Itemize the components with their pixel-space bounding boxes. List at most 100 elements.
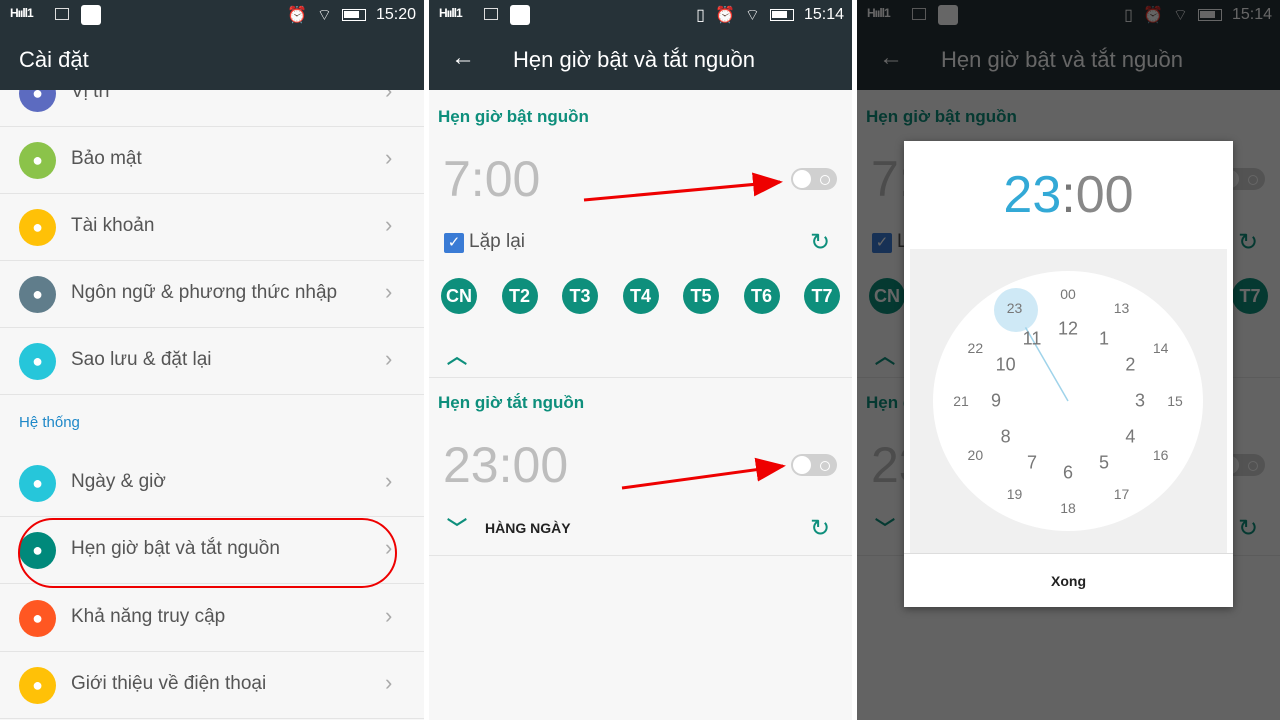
repeat-checkbox[interactable]: ✓ bbox=[444, 233, 464, 253]
power-off-time[interactable]: 23:00 bbox=[443, 436, 568, 494]
image-notification-icon bbox=[55, 8, 69, 20]
chevron-right-icon: › bbox=[385, 603, 393, 628]
time-picker-dialog: 23:00 00 13 14 15 16 17 18 19 20 21 22 23 12 1 2 3 4 5 6 7 8… bbox=[904, 141, 1233, 607]
settings-item-label: Tài khoản bbox=[71, 215, 155, 236]
info-icon: ● bbox=[19, 667, 56, 704]
settings-item-label: Sao lưu & đặt lại bbox=[71, 349, 212, 370]
repeat-label: Lặp lại bbox=[469, 231, 525, 252]
hour-option[interactable]: 11 bbox=[1023, 328, 1042, 349]
hour-option[interactable]: 5 bbox=[1099, 453, 1109, 474]
image-notification-icon bbox=[484, 8, 498, 20]
power-schedule-screen: Hııll1 ▯ ⏰ ⌔ 15:14 ← Hẹn giờ bật và tắt ngu… bbox=[429, 0, 852, 720]
time-picker-screen: Hııll1 ▯⏰⌔15:14 ← Hẹn giờ bật và tắt ngu… bbox=[857, 0, 1280, 720]
vibrate-icon: ▯ bbox=[696, 7, 705, 24]
power-on-heading: Hẹn giờ bật nguồn bbox=[438, 107, 589, 126]
backup-icon: ● bbox=[19, 343, 56, 380]
hour-option[interactable]: 23 bbox=[1007, 300, 1023, 316]
wifi-icon: ⌔ bbox=[316, 7, 332, 24]
power-off-toggle[interactable] bbox=[791, 454, 837, 476]
battery-icon bbox=[769, 9, 794, 21]
chevron-right-icon: › bbox=[385, 670, 393, 695]
settings-item[interactable]: ● Tài khoản › bbox=[0, 194, 424, 261]
app-bar: Cài đặt bbox=[0, 30, 424, 90]
language-icon: ● bbox=[19, 276, 56, 313]
hour-option[interactable]: 7 bbox=[1027, 453, 1037, 474]
account-icon: ● bbox=[19, 209, 56, 246]
settings-item-label: Bảo mật bbox=[71, 148, 142, 169]
back-arrow-icon[interactable]: ← bbox=[451, 44, 475, 72]
page-title: Hẹn giờ bật và tắt nguồn bbox=[513, 47, 755, 72]
day-toggle[interactable]: T5 bbox=[683, 278, 719, 314]
done-button[interactable]: Xong bbox=[904, 553, 1233, 607]
power-on-toggle[interactable] bbox=[791, 168, 837, 190]
day-toggle[interactable]: T7 bbox=[804, 278, 840, 314]
hour-option[interactable]: 21 bbox=[953, 393, 969, 409]
settings-item[interactable]: ● Ngày & giờ › bbox=[0, 450, 424, 517]
settings-item-label: Giới thiệu về điện thoại bbox=[71, 673, 267, 694]
day-toggle[interactable]: T4 bbox=[622, 278, 659, 314]
battery-icon bbox=[341, 9, 366, 21]
day-toggle[interactable]: CN bbox=[441, 278, 477, 314]
hour-option[interactable]: 14 bbox=[1153, 340, 1169, 356]
settings-item[interactable]: ● Sao lưu & đặt lại › bbox=[0, 328, 424, 395]
hour-option[interactable]: 13 bbox=[1114, 300, 1130, 316]
hour-option[interactable]: 8 bbox=[1001, 427, 1011, 448]
hour-option[interactable]: 18 bbox=[1060, 500, 1076, 516]
hour-option[interactable]: 22 bbox=[968, 340, 984, 356]
hour-option[interactable]: 17 bbox=[1114, 486, 1130, 502]
hour-option[interactable]: 9 bbox=[991, 391, 1001, 412]
reset-icon[interactable]: ↻ bbox=[810, 514, 830, 543]
notification-icon bbox=[510, 5, 530, 25]
settings-screen: Hııll1 ⏰ ⌔ 15:20 ● Vị trí › ● Bảo mật › ● Tài kho… bbox=[0, 0, 424, 720]
chevron-right-icon: › bbox=[385, 279, 393, 304]
alarm-icon: ⏰ bbox=[286, 7, 307, 24]
day-toggle[interactable]: T6 bbox=[743, 278, 780, 314]
power-on-time[interactable]: 7:00 bbox=[443, 150, 540, 208]
collapse-chevron-up-icon[interactable]: ︿ bbox=[447, 340, 467, 369]
clock-icon: ● bbox=[19, 465, 56, 502]
hour-option[interactable]: 19 bbox=[1007, 486, 1023, 502]
clock-hand bbox=[1024, 327, 1069, 402]
hour-option[interactable]: 2 bbox=[1125, 355, 1135, 376]
settings-item[interactable]: ● Giới thiệu về điện thoại › bbox=[0, 652, 424, 719]
annotation-circle bbox=[18, 518, 397, 588]
minute-display[interactable]: 00 bbox=[1076, 166, 1134, 224]
accessibility-icon: ● bbox=[19, 600, 56, 637]
settings-item[interactable]: ● Bảo mật › bbox=[0, 127, 424, 194]
chevron-right-icon: › bbox=[385, 468, 393, 493]
time-separator: : bbox=[1061, 166, 1076, 224]
hour-option[interactable]: 00 bbox=[1060, 286, 1076, 302]
day-toggle[interactable]: T2 bbox=[501, 278, 538, 314]
chevron-right-icon: › bbox=[385, 346, 393, 371]
hour-option[interactable]: 20 bbox=[968, 447, 984, 463]
settings-item[interactable]: ● Khả năng truy cập › bbox=[0, 585, 424, 652]
hour-option[interactable]: 12 bbox=[1058, 319, 1078, 340]
reset-icon[interactable]: ↻ bbox=[810, 228, 830, 257]
selected-time: 23:00 bbox=[904, 165, 1233, 225]
security-icon: ● bbox=[19, 142, 56, 179]
status-time: 15:14 bbox=[803, 6, 844, 23]
day-toggle[interactable]: T3 bbox=[562, 278, 598, 314]
settings-item-label: Ngôn ngữ & phương thức nhập bbox=[71, 282, 338, 303]
clock-dial[interactable]: 00 13 14 15 16 17 18 19 20 21 22 23 12 1 2 3 4 5 6 7 8 9 10 11 bbox=[933, 271, 1203, 531]
status-time: 15:20 bbox=[375, 6, 416, 23]
app-bar: ← Hẹn giờ bật và tắt nguồn bbox=[429, 30, 852, 90]
hour-display[interactable]: 23 bbox=[1003, 166, 1061, 224]
status-bar: Hııll1 ▯ ⏰ ⌔ 15:14 bbox=[429, 0, 852, 30]
wifi-icon: ⌔ bbox=[744, 7, 760, 24]
notification-icon bbox=[81, 5, 101, 25]
chevron-right-icon: › bbox=[385, 212, 393, 237]
hour-option[interactable]: 15 bbox=[1167, 393, 1183, 409]
hour-option[interactable]: 3 bbox=[1135, 391, 1145, 412]
repeat-daily-label: HÀNG NGÀY bbox=[485, 520, 571, 536]
hour-option[interactable]: 16 bbox=[1153, 447, 1169, 463]
hour-option[interactable]: 4 bbox=[1125, 427, 1135, 448]
alarm-icon: ⏰ bbox=[714, 7, 735, 24]
settings-item[interactable]: ● Ngôn ngữ & phương thức nhập › bbox=[0, 261, 424, 328]
hour-option[interactable]: 6 bbox=[1063, 463, 1073, 484]
hour-option[interactable]: 10 bbox=[996, 355, 1016, 376]
settings-item-label: Khả năng truy cập bbox=[71, 606, 226, 627]
hour-option[interactable]: 1 bbox=[1099, 328, 1109, 349]
expand-chevron-down-icon[interactable]: ﹀ bbox=[447, 512, 467, 541]
settings-item-label: Ngày & giờ bbox=[71, 471, 166, 492]
